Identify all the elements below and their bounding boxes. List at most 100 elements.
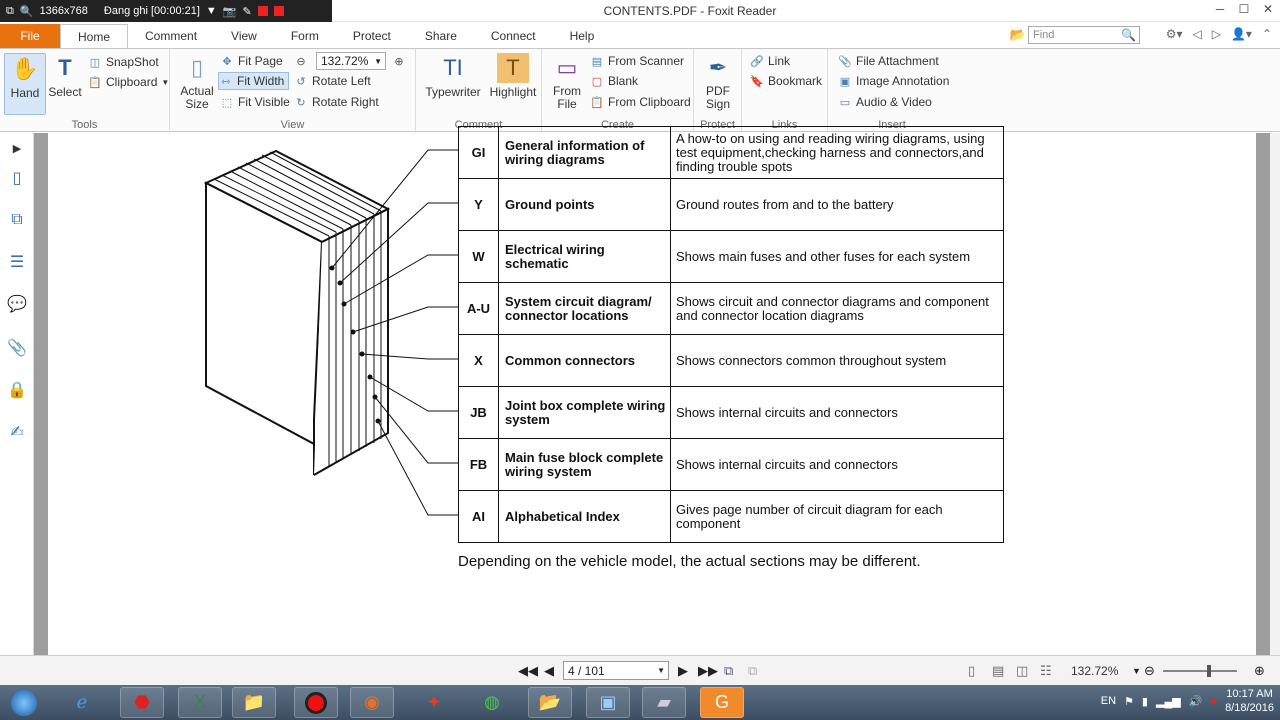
language-indicator[interactable]: EN <box>1101 695 1116 707</box>
close-button[interactable]: ✕ <box>1256 0 1280 18</box>
actual-size-button[interactable]: ▯ Actual Size <box>176 53 218 111</box>
next-view-icon[interactable]: ⧉ <box>748 663 757 679</box>
fit-page-button[interactable]: ✥ Fit Page <box>220 52 282 70</box>
typewriter-button[interactable]: TI Typewriter <box>424 53 482 99</box>
first-page-button[interactable]: ◀◀ <box>518 663 538 679</box>
status-bar: ◀◀ ◀ 4 / 101 ▼ ▶ ▶▶ ⧉ ⧉ ▯ ▤ ◫ ☷ 132.72% ▼… <box>0 655 1280 685</box>
blank-button[interactable]: ▢ Blank <box>590 72 638 90</box>
from-clipboard-button[interactable]: 📋 From Clipboard <box>590 93 691 111</box>
zoom-dropdown-icon[interactable]: ▼ <box>1132 666 1141 676</box>
last-page-button[interactable]: ▶▶ <box>698 663 718 679</box>
bookmark-button[interactable]: 🔖 Bookmark <box>750 72 822 90</box>
signal-icon[interactable]: ▂▄▆ <box>1156 695 1181 708</box>
maximize-button[interactable]: ☐ <box>1232 0 1256 18</box>
select-button[interactable]: T Select <box>44 53 86 99</box>
search-icon[interactable]: 🔍 <box>1121 28 1136 42</box>
zoom-out-button[interactable]: ⊖ <box>294 52 308 70</box>
stop-icon[interactable] <box>273 6 284 16</box>
comments-icon[interactable]: 💬 <box>6 293 28 315</box>
lock-icon[interactable]: 🔒 <box>6 379 28 401</box>
tab-view[interactable]: View <box>214 24 274 48</box>
zoom-in-icon[interactable]: ⊕ <box>1254 663 1265 679</box>
zoom-select[interactable]: 132.72% ▼ <box>316 52 386 70</box>
network-icon[interactable]: ▮ <box>1142 695 1148 708</box>
tab-connect[interactable]: Connect <box>474 24 553 48</box>
find-input[interactable]: Find 🔍 <box>1028 26 1140 44</box>
tab-protect[interactable]: Protect <box>336 24 408 48</box>
zoom-slider-handle[interactable] <box>1207 665 1211 677</box>
folder-icon[interactable]: 📂 <box>528 687 572 718</box>
zoom-out-icon[interactable]: ⊖ <box>1144 663 1155 679</box>
pdf-sign-button[interactable]: ✒ PDF Sign <box>697 53 739 111</box>
notes-icon[interactable]: ▰ <box>642 687 686 718</box>
dropdown-icon[interactable]: ▼ <box>206 5 217 17</box>
clock[interactable]: 10:17 AM 8/18/2016 <box>1225 687 1274 715</box>
clipboard-button[interactable]: 📋 Clipboard ▼ <box>88 73 169 91</box>
pages-icon[interactable]: ▯ <box>6 167 28 189</box>
excel-icon[interactable]: X <box>178 687 222 718</box>
continuous-page-icon[interactable]: ▤ <box>992 663 1004 679</box>
user-icon[interactable]: 👤▾ <box>1231 27 1252 41</box>
vertical-scrollbar[interactable] <box>1270 133 1280 655</box>
tab-file[interactable]: File <box>0 24 60 48</box>
tab-help[interactable]: Help <box>553 24 612 48</box>
rotate-left-button[interactable]: ↺ Rotate Left <box>294 72 370 90</box>
file-attachment-button[interactable]: 📎 File Attachment <box>838 52 939 70</box>
collapse-ribbon-icon[interactable]: ⌃ <box>1262 27 1272 41</box>
camera-icon[interactable]: 📷 <box>223 5 237 18</box>
tray-app-icon[interactable]: ● <box>1210 695 1217 707</box>
back-icon[interactable]: ◁ <box>1193 27 1202 41</box>
select-text-icon: T <box>58 55 72 80</box>
from-scanner-button[interactable]: ▤ From Scanner <box>590 52 684 70</box>
pen-icon[interactable]: ✎ <box>243 5 252 18</box>
expand-panel-icon[interactable]: ▶ <box>6 137 28 159</box>
audio-video-button[interactable]: ▭ Audio & Video <box>838 93 932 111</box>
minimize-button[interactable]: ─ <box>1208 0 1232 18</box>
tab-home[interactable]: Home <box>60 24 129 48</box>
previous-page-button[interactable]: ◀ <box>544 663 554 679</box>
flag-icon[interactable]: ⚑ <box>1124 695 1134 708</box>
tab-share[interactable]: Share <box>408 24 474 48</box>
acrobat-icon[interactable]: ⬣ <box>120 687 164 718</box>
link-button[interactable]: 🔗 Link <box>750 52 790 70</box>
screen-icon[interactable]: ▣ <box>586 687 630 718</box>
recorder-icon[interactable] <box>294 687 338 718</box>
highlight-button[interactable]: T Highlight <box>488 53 538 99</box>
firefox-icon[interactable]: ◉ <box>350 687 394 718</box>
insert-group: 📎 File Attachment ▣ Image Annotation ▭ Audi… <box>828 49 956 133</box>
layers-icon[interactable]: ⧉ <box>6 209 28 231</box>
table-row: X Common connectors Shows connectors com… <box>458 334 1004 387</box>
rotate-right-button[interactable]: ↻ Rotate Right <box>294 93 378 111</box>
zoom-level[interactable]: 132.72% <box>1071 664 1118 678</box>
zoom-in-button[interactable]: ⊕ <box>392 52 406 70</box>
fit-visible-button[interactable]: ⬚ Fit Visible <box>220 93 290 111</box>
facing-page-icon[interactable]: ◫ <box>1016 663 1028 679</box>
single-page-icon[interactable]: ▯ <box>968 663 975 679</box>
start-button[interactable] <box>2 687 46 718</box>
fit-width-button[interactable]: ⇿ Fit Width <box>218 72 290 90</box>
internet-explorer-icon[interactable]: ℯ <box>60 687 104 718</box>
image-annotation-button[interactable]: ▣ Image Annotation <box>838 72 950 90</box>
page-number-input[interactable]: 4 / 101 ▼ <box>563 661 669 680</box>
pause-icon[interactable] <box>257 6 268 16</box>
from-file-button[interactable]: ▭ From File <box>546 53 588 111</box>
next-page-button[interactable]: ▶ <box>678 663 688 679</box>
app-icon[interactable]: ✦ <box>412 687 456 718</box>
hand-button[interactable]: ✋ Hand <box>4 53 46 115</box>
volume-icon[interactable]: 🔊 <box>1189 695 1203 708</box>
stack-icon[interactable]: ☰ <box>6 251 28 273</box>
zoom-slider[interactable] <box>1163 665 1237 677</box>
tab-form[interactable]: Form <box>274 24 336 48</box>
tab-comment[interactable]: Comment <box>128 24 214 48</box>
globe-icon[interactable]: ◍ <box>470 687 514 718</box>
forward-icon[interactable]: ▷ <box>1212 27 1221 41</box>
file-explorer-icon[interactable]: 📁 <box>232 687 276 718</box>
signature-icon[interactable]: ✍ <box>6 421 28 443</box>
find-folder-icon[interactable]: 📂 <box>1010 27 1026 43</box>
previous-view-icon[interactable]: ⧉ <box>724 663 733 679</box>
snapshot-button[interactable]: ◫ SnapShot <box>88 53 159 71</box>
continuous-facing-icon[interactable]: ☷ <box>1040 663 1052 679</box>
attachment-icon[interactable]: 📎 <box>6 337 28 359</box>
gear-icon[interactable]: ⚙▾ <box>1166 27 1183 41</box>
foxit-reader-icon[interactable]: G <box>700 687 744 718</box>
